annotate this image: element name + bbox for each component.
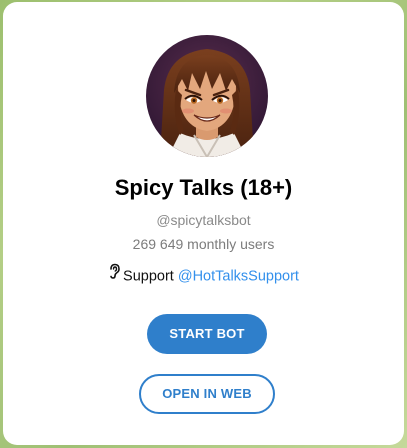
support-line: Support @HotTalksSupport	[3, 263, 404, 288]
open-in-web-button[interactable]: OPEN IN WEB	[139, 374, 275, 414]
bot-profile-card: Spicy Talks (18+) @spicytalksbot 269 649…	[3, 2, 404, 445]
bot-name: Spicy Talks (18+)	[114, 175, 293, 200]
bot-username: @spicytalksbot	[156, 212, 251, 228]
ear-icon	[108, 263, 121, 286]
support-link[interactable]: @HotTalksSupport	[178, 268, 299, 284]
start-bot-button[interactable]: START BOT	[147, 314, 267, 354]
support-label: Support	[123, 268, 174, 285]
anime-girl-avatar-icon	[146, 35, 268, 157]
bot-avatar	[146, 35, 268, 157]
monthly-users-count: 269 649 monthly users	[132, 236, 275, 252]
